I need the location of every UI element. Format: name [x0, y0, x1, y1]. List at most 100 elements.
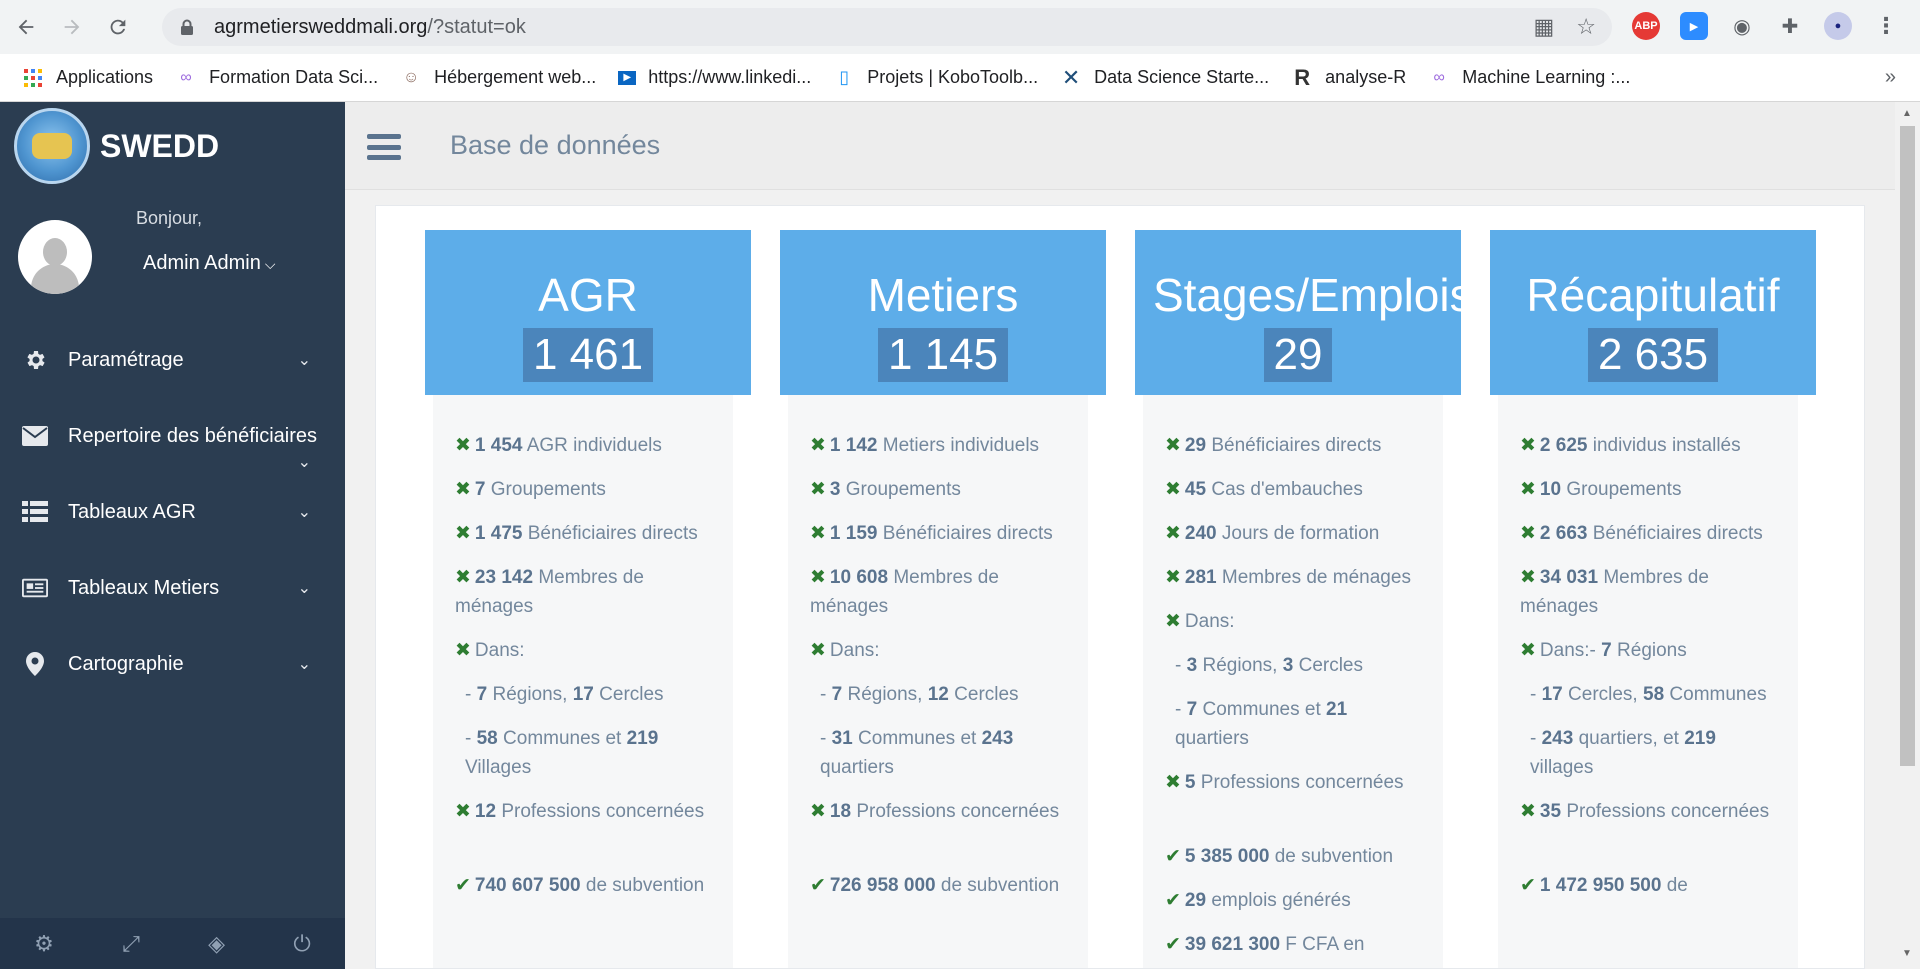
stat-line: ✖ Dans:	[810, 640, 880, 661]
stat-line: ✖ Dans:	[455, 640, 525, 661]
card-title: Metiers	[867, 269, 1019, 321]
card-title: AGR	[538, 269, 638, 321]
kobo-icon: ▯	[839, 67, 850, 87]
settings-icon[interactable]: ⚙	[34, 931, 54, 957]
card-count: 2 635	[1587, 328, 1719, 382]
browser-menu-icon[interactable]: ⋮	[1872, 12, 1900, 40]
back-button[interactable]	[6, 7, 46, 47]
user-profile	[18, 220, 92, 294]
page-title: Base de données	[450, 130, 661, 160]
bookmark-kobotoolbox[interactable]: ▯ Projets | KoboToolb...	[833, 67, 1038, 89]
sidebar-item-parametrage[interactable]: Paramétrage ⌄	[0, 322, 345, 398]
cross-icon: ✖	[1520, 640, 1536, 661]
card-metiers: Metiers 1 145 ✖ 1 142 Metiers individuels…	[780, 230, 1106, 968]
chevron-down-icon: ⌄	[297, 580, 311, 597]
scrollbar-thumb[interactable]	[1900, 126, 1915, 766]
chevron-down-icon: ⌵	[264, 256, 276, 272]
bookmark-label: Formation Data Sci...	[209, 67, 379, 87]
bookmark-label: Machine Learning :...	[1462, 67, 1631, 87]
card-title: Stages/Emplois	[1153, 269, 1461, 321]
page-scrollbar[interactable]: ▲ ▼	[1895, 102, 1920, 969]
check-icon: ✔	[1165, 890, 1181, 911]
bookmark-star-icon[interactable]: ☆	[1576, 14, 1596, 40]
card-body: ✖ 29 Bénéficiaires directs ✖ 45 Cas d'emba…	[1143, 395, 1443, 968]
card-title: Récapitulatif	[1526, 269, 1780, 321]
cross-icon: ✖	[1165, 435, 1181, 456]
infinity-icon: ∞	[1433, 68, 1445, 86]
sidebar-item-repertoire[interactable]: Repertoire des bénéficiaires ⌄	[0, 398, 345, 474]
greeting-text: Bonjour,	[136, 208, 203, 228]
card-header[interactable]: Récapitulatif 2 635	[1490, 230, 1816, 395]
fcfa-line: ✔ 39 621 300 F CFA en	[1165, 934, 1365, 955]
bookmark-label: https://www.linkedi...	[648, 67, 812, 87]
sidebar-item-cartographie[interactable]: Cartographie ⌄	[0, 626, 345, 702]
reload-button[interactable]	[98, 7, 138, 47]
stat-line: - 31 Communes et 243 quartiers	[820, 728, 1014, 778]
cross-icon: ✖	[455, 640, 471, 661]
profile-avatar-icon[interactable]: ●	[1824, 12, 1852, 40]
bookmark-analyse-r[interactable]: R analyse-R	[1291, 65, 1407, 90]
camera-icon[interactable]: ◉	[1728, 12, 1756, 40]
bookmark-label: Data Science Starte...	[1094, 67, 1270, 87]
cross-icon: ✖	[455, 567, 471, 588]
card-header[interactable]: Metiers 1 145	[780, 230, 1106, 395]
brand[interactable]: SWEDD	[14, 108, 219, 184]
cross-icon: ✖	[810, 523, 826, 544]
bookmark-label: analyse-R	[1325, 67, 1407, 87]
scroll-up-icon[interactable]: ▲	[1902, 108, 1912, 119]
sidebar-item-label: Repertoire des bénéficiaires	[68, 424, 318, 447]
subvention-line: ✔ 5 385 000 de subvention	[1165, 846, 1394, 867]
sidebar-item-tableaux-agr[interactable]: Tableaux AGR ⌄	[0, 474, 345, 550]
stat-line: ✖ Dans:	[1165, 611, 1235, 632]
card-count: 1 461	[522, 328, 654, 382]
hamburger-menu-icon[interactable]	[367, 134, 401, 160]
fullscreen-icon[interactable]: ⤢	[122, 931, 140, 957]
bookmark-formation-data-science[interactable]: ∞ Formation Data Sci...	[175, 67, 378, 89]
cross-icon: ✖	[1520, 801, 1536, 822]
qr-code-icon[interactable]: ▦	[1533, 14, 1554, 40]
mascot-icon: ☺	[402, 68, 420, 86]
cross-icon: ✖	[1520, 567, 1536, 588]
check-icon: ✔	[1520, 875, 1536, 896]
sidebar-item-tableaux-metiers[interactable]: Tableaux Metiers ⌄	[0, 550, 345, 626]
eye-slash-icon[interactable]: ◈	[208, 931, 225, 957]
bookmark-machine-learning[interactable]: ∞ Machine Learning :...	[1428, 67, 1631, 89]
card-body: ✖ 1 142 Metiers individuels ✖ 3 Groupement…	[788, 395, 1088, 968]
bookmark-hebergement-web[interactable]: ☺ Hébergement web...	[400, 67, 596, 89]
cross-icon: ✖	[1165, 479, 1181, 500]
bookmark-label: Projets | KoboToolb...	[867, 67, 1039, 87]
adblock-extension-icon[interactable]: ABP	[1632, 12, 1660, 40]
forward-button[interactable]	[52, 7, 92, 47]
bookmark-applications[interactable]: Applications	[22, 67, 153, 89]
card-header[interactable]: AGR 1 461	[425, 230, 751, 395]
address-bar[interactable]: agrmetiersweddmali.org/?statut=ok ▦ ☆	[162, 8, 1612, 46]
url-text: agrmetiersweddmali.org/?statut=ok	[214, 15, 526, 38]
brand-name: SWEDD	[100, 127, 220, 164]
bookmark-linkedin[interactable]: ▶ https://www.linkedi...	[618, 67, 811, 88]
stat-line: - 7 Communes et 21 quartiers	[1175, 699, 1348, 749]
swedd-logo	[14, 108, 90, 184]
chevron-down-icon: ⌄	[297, 656, 311, 673]
card-count: 1 145	[877, 328, 1009, 382]
bookmark-data-science-starter[interactable]: ✕ Data Science Starte...	[1060, 65, 1270, 90]
scroll-down-icon[interactable]: ▼	[1902, 948, 1912, 959]
newspaper-icon	[22, 578, 48, 598]
user-menu-toggle[interactable]: Admin Admin ⌵	[143, 252, 275, 275]
user-name: Admin Admin	[143, 252, 261, 274]
subvention-line: ✔ 740 607 500 de subvention	[455, 875, 705, 896]
cross-icon: ✖	[1520, 523, 1536, 544]
card-header[interactable]: Stages/Emplois 29	[1135, 230, 1461, 395]
reload-icon	[110, 19, 126, 35]
sidebar: SWEDD Bonjour, Admin Admin ⌵ Paramétrage …	[0, 102, 345, 969]
puzzle-extensions-icon[interactable]: ✚	[1776, 12, 1804, 40]
stat-line: ✖ 18 Professions concernées	[810, 801, 1060, 822]
card-agr: AGR 1 461 ✖ 1 454 AGR individuels ✖ 7 Grou…	[425, 230, 751, 968]
bookmarks-overflow-icon[interactable]: »	[1885, 66, 1896, 89]
zoom-extension-icon[interactable]: ▶	[1680, 12, 1708, 40]
lock-icon	[181, 19, 193, 35]
cross-icon: ✖	[1165, 611, 1181, 632]
stat-line: - 7 Régions, 12 Cercles	[820, 684, 1019, 705]
check-icon: ✔	[810, 875, 826, 896]
power-icon[interactable]: ⏻	[293, 931, 310, 957]
sidebar-item-label: Tableaux Metiers	[68, 576, 220, 599]
